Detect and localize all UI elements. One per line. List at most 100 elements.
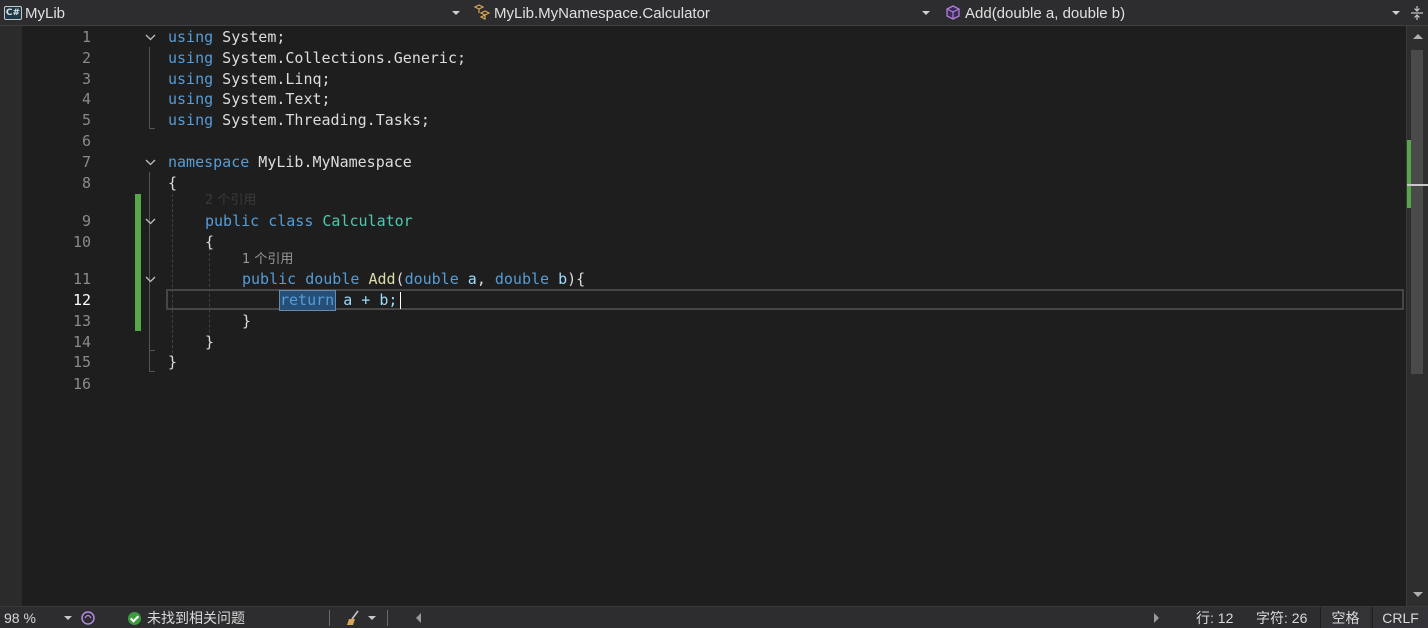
column-indicator[interactable]: 字符: 26 (1256, 607, 1307, 628)
keyword: double (305, 270, 360, 288)
fold-toggle-icon[interactable] (145, 157, 156, 168)
keyword: using (168, 111, 214, 129)
code-line-15[interactable]: } (168, 352, 177, 373)
class-icon (473, 4, 491, 20)
member-label: Add(double a, double b) (965, 4, 1126, 22)
line-number: 7 (81, 153, 91, 171)
zoom-level: 98 % (4, 610, 36, 626)
code-text: System.Threading.Tasks; (213, 111, 430, 129)
code-line-12[interactable]: return a + b; (280, 290, 397, 311)
check-circle-icon (128, 611, 141, 625)
code-text: ( (395, 270, 405, 288)
code-line-8[interactable]: { (168, 173, 177, 194)
vertical-scrollbar[interactable] (1406, 26, 1428, 606)
keyword: namespace (168, 153, 250, 171)
keyword: return (280, 291, 335, 309)
fold-toggle-icon[interactable] (145, 32, 156, 43)
code-line-5[interactable]: using System.Threading.Tasks; (168, 110, 430, 131)
keyword: using (168, 49, 214, 67)
code-text: } (205, 333, 215, 351)
code-line-3[interactable]: using System.Linq; (168, 69, 331, 90)
type-name: Calculator (322, 212, 413, 230)
codelens-references[interactable]: 1 个引用 (242, 251, 293, 269)
fold-toggle-icon[interactable] (145, 274, 156, 285)
split-window-icon[interactable] (1410, 5, 1424, 21)
scroll-right-icon[interactable] (1154, 613, 1159, 623)
keyword: public (242, 270, 297, 288)
class-label: MyLib.MyNamespace.Calculator (494, 4, 710, 22)
indicator-margin[interactable] (0, 26, 22, 606)
code-line-4[interactable]: using System.Text; (168, 89, 331, 110)
horizontal-scrollbar[interactable] (430, 607, 1146, 628)
chevron-down-icon[interactable] (368, 616, 376, 620)
scroll-down-icon[interactable] (1413, 592, 1423, 597)
indent-mode[interactable]: 空格 (1320, 607, 1370, 628)
editor-status-bar: 98 % 未找到相关问题 行: 12 字符: 26 空格 CRLF (0, 606, 1428, 628)
line-number: 14 (72, 333, 91, 351)
code-text: System.Linq; (213, 70, 331, 88)
parameter: a (458, 270, 477, 288)
scrollbar-thumb[interactable] (1411, 50, 1423, 374)
line-number: 12 (72, 291, 91, 309)
project-dropdown[interactable]: C# MyLib (0, 0, 466, 26)
method-name: Add (368, 270, 396, 288)
project-label: MyLib (25, 4, 66, 22)
code-line-2[interactable]: using System.Collections.Generic; (168, 48, 466, 69)
copilot-icon[interactable] (80, 610, 96, 626)
code-text: System; (213, 28, 286, 46)
scroll-up-icon[interactable] (1413, 34, 1423, 39)
change-indicator (135, 194, 141, 331)
scrollbar-change-marker (1407, 140, 1411, 208)
line-number: 5 (81, 111, 91, 129)
class-dropdown[interactable]: MyLib.MyNamespace.Calculator (470, 0, 936, 26)
line-number: 9 (81, 212, 91, 230)
code-cleanup-icon[interactable] (346, 610, 364, 626)
keyword: using (168, 70, 214, 88)
line-number: 3 (81, 70, 91, 88)
issues-text: 未找到相关问题 (147, 610, 245, 626)
fold-region-end (149, 350, 155, 351)
scrollbar-caret-marker (1407, 184, 1428, 186)
zoom-dropdown[interactable]: 98 % (4, 607, 72, 628)
code-line-13[interactable]: } (242, 311, 251, 332)
code-editor[interactable]: 1 2 3 4 5 6 7 8 9 10 11 12 13 14 15 16 u… (0, 26, 1406, 606)
line-number: 13 (72, 312, 91, 330)
line-number: 1 (81, 28, 91, 46)
text-caret (400, 292, 401, 309)
code-text: { (168, 174, 178, 192)
chevron-down-icon (922, 11, 930, 15)
member-dropdown[interactable]: Add(double a, double b) (940, 0, 1406, 26)
separator (387, 610, 388, 626)
line-number: 4 (81, 90, 91, 108)
issues-indicator[interactable]: 未找到相关问题 (128, 607, 245, 628)
code-line-9[interactable]: public class Calculator (205, 211, 413, 232)
code-text: } (168, 353, 178, 371)
line-number: 11 (72, 270, 91, 288)
line-ending[interactable]: CRLF (1372, 607, 1428, 628)
line-number: 10 (72, 233, 91, 251)
fold-region-end (149, 371, 155, 372)
chevron-down-icon (452, 11, 460, 15)
keyword: using (168, 28, 214, 46)
line-number: 8 (81, 174, 91, 192)
code-line-14[interactable]: } (205, 332, 214, 353)
navigation-bar: C# MyLib MyLib.MyNamespace.Calculator Ad… (0, 0, 1428, 26)
chevron-down-icon (1392, 11, 1400, 15)
line-number: 6 (81, 132, 91, 150)
indent-guide (172, 194, 173, 358)
code-line-11[interactable]: public double Add(double a, double b){ (242, 269, 585, 290)
fold-toggle-icon[interactable] (145, 216, 156, 227)
keyword: using (168, 90, 214, 108)
keyword: class (268, 212, 314, 230)
fold-region-line (149, 172, 155, 371)
chevron-down-icon (64, 616, 72, 620)
line-number: 15 (72, 353, 91, 371)
codelens-references[interactable]: 2 个引用 (205, 192, 256, 210)
code-line-10[interactable]: { (205, 232, 214, 253)
line-indicator[interactable]: 行: 12 (1196, 607, 1233, 628)
scroll-left-icon[interactable] (416, 613, 421, 623)
code-line-7[interactable]: namespace MyLib.MyNamespace (168, 152, 412, 173)
code-line-1[interactable]: using System; (168, 27, 285, 48)
fold-region-line (149, 47, 155, 129)
line-number: 2 (81, 49, 91, 67)
